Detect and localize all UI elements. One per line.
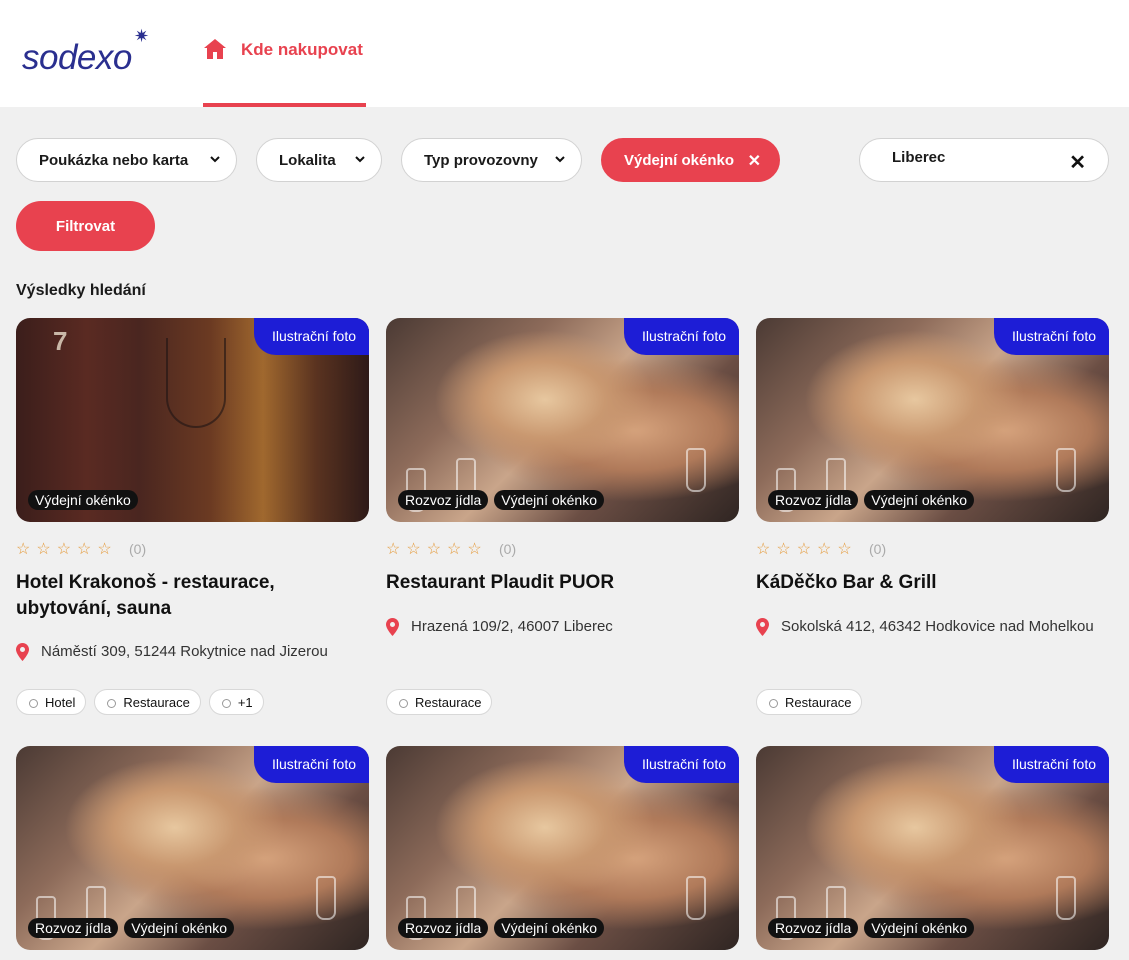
nav-tab-kde-nakupovat[interactable]: Kde nakupovat [203,36,366,107]
card-image[interactable]: Ilustrační foto Rozvoz jídla Výdejní okénk… [386,746,739,950]
type-filter-dropdown[interactable]: Typ provozovny [401,138,582,182]
home-icon [204,39,226,59]
glass-shape [686,876,706,920]
venue-address: Náměstí 309, 51244 Rokytnice nad Jizerou [16,640,356,664]
photo-badge: Ilustrační foto [623,746,739,783]
image-tags: Rozvoz jídla Výdejní okénko [28,918,234,938]
nav-tab-label: Kde nakupovat [241,40,363,59]
rating-stars[interactable]: ☆☆☆☆☆ [386,539,488,559]
image-tag: Rozvoz jídla [28,918,119,938]
venue-name[interactable]: Restaurant Plaudit PUOR [386,570,726,596]
photo-badge: Ilustrační foto [253,318,369,355]
active-filter-label: Výdejní okénko [624,151,735,169]
photo-badge: Ilustrační foto [253,746,369,783]
category-tag[interactable]: Restaurace [386,689,493,715]
glass-shape [1056,448,1076,492]
image-tags: Rozvoz jídla Výdejní okénko [768,918,974,938]
voucher-filter-dropdown[interactable]: Poukázka nebo karta [16,138,237,182]
chevron-down-icon [355,156,365,163]
image-tags: Rozvoz jídla Výdejní okénko [398,918,604,938]
glass-shape [1056,876,1076,920]
image-tag: Rozvoz jídla [768,918,859,938]
chevron-down-icon [210,156,220,163]
image-tag: Výdejní okénko [864,918,974,938]
results-title: Výsledky hledání [16,282,146,299]
remove-filter-icon[interactable]: ✕ [748,151,761,171]
rating-count: (0) [869,541,887,557]
search-input[interactable] [892,149,1052,166]
rating-count: (0) [129,541,147,557]
hanger-shape [166,338,226,428]
glass-shape [686,448,706,492]
photo-badge: Ilustrační foto [993,746,1109,783]
glass-shape [316,876,336,920]
image-tag: Výdejní okénko [124,918,234,938]
clear-search-icon[interactable]: ✕ [1069,150,1086,175]
image-tag: Rozvoz jídla [398,490,489,510]
image-tag: Rozvoz jídla [768,490,859,510]
image-tag: Výdejní okénko [494,918,604,938]
room-number: 7 [53,326,68,356]
card-image[interactable]: Ilustrační foto Rozvoz jídla Výdejní okénk… [386,318,739,522]
location-search: ✕ [859,138,1109,182]
chevron-down-icon [555,156,565,163]
image-tag: Výdejní okénko [28,490,138,510]
image-tags: Rozvoz jídla Výdejní okénko [768,490,974,510]
rating-stars[interactable]: ☆☆☆☆☆ [16,539,118,559]
result-card[interactable]: Ilustrační foto Rozvoz jídla Výdejní okénk… [386,318,739,715]
address-text: Hrazená 109/2, 46007 Liberec [411,618,613,635]
photo-badge: Ilustrační foto [623,318,739,355]
venue-name[interactable]: Hotel Krakonoš - restaurace, ubytování, … [16,570,356,622]
location-filter-dropdown[interactable]: Lokalita [256,138,382,182]
image-tags: Rozvoz jídla Výdejní okénko [398,490,604,510]
image-tag: Rozvoz jídla [398,918,489,938]
result-card[interactable]: 7 Ilustrační foto Výdejní okénko ☆☆☆☆☆ (0) Ho… [16,318,369,715]
category-tags: Restaurace [756,689,863,715]
result-card[interactable]: Ilustrační foto Rozvoz jídla Výdejní okénk… [16,746,369,950]
venue-address: Sokolská 412, 46342 Hodkovice nad Mohelk… [756,615,1096,639]
result-card[interactable]: Ilustrační foto Rozvoz jídla Výdejní okénk… [386,746,739,950]
voucher-filter-label: Poukázka nebo karta [39,151,189,169]
location-filter-label: Lokalita [279,151,336,169]
result-card[interactable]: Ilustrační foto Rozvoz jídla Výdejní okénk… [756,318,1109,715]
category-tag[interactable]: Hotel [16,689,87,715]
category-tag[interactable]: Restaurace [94,689,201,715]
logo-text: sodexo [22,38,132,77]
category-tags: Hotel Restaurace +1 [16,689,264,715]
card-image[interactable]: 7 Ilustrační foto Výdejní okénko [16,318,369,522]
category-tag[interactable]: +1 [208,689,264,715]
rating-count: (0) [499,541,517,557]
category-tag[interactable]: Restaurace [756,689,863,715]
address-text: Náměstí 309, 51244 Rokytnice nad Jizerou [41,643,328,660]
result-card[interactable]: Ilustrační foto Rozvoz jídla Výdejní okénk… [756,746,1109,950]
location-pin-icon [386,618,399,636]
photo-badge: Ilustrační foto [993,318,1109,355]
active-filter-chip[interactable]: Výdejní okénko ✕ [601,138,780,182]
category-tags: Restaurace [386,689,493,715]
site-header: sodexo ✷ Kde nakupovat [0,0,1129,107]
location-pin-icon [756,618,769,636]
card-image[interactable]: Ilustrační foto Rozvoz jídla Výdejní okénk… [756,746,1109,950]
location-pin-icon [16,643,29,661]
card-image[interactable]: Ilustrační foto Rozvoz jídla Výdejní okénk… [756,318,1109,522]
image-tag: Výdejní okénko [494,490,604,510]
sodexo-logo[interactable]: sodexo ✷ [22,26,162,77]
logo-star-icon: ✷ [134,26,150,46]
filter-button[interactable]: Filtrovat [16,201,155,251]
rating-stars[interactable]: ☆☆☆☆☆ [756,539,858,559]
card-image[interactable]: Ilustrační foto Rozvoz jídla Výdejní okénk… [16,746,369,950]
image-tag: Výdejní okénko [864,490,974,510]
venue-address: Hrazená 109/2, 46007 Liberec [386,615,726,639]
image-tags: Výdejní okénko [28,490,138,510]
type-filter-label: Typ provozovny [424,151,538,169]
venue-name[interactable]: KáDěčko Bar & Grill [756,570,1096,596]
address-text: Sokolská 412, 46342 Hodkovice nad Mohelk… [781,618,1094,635]
